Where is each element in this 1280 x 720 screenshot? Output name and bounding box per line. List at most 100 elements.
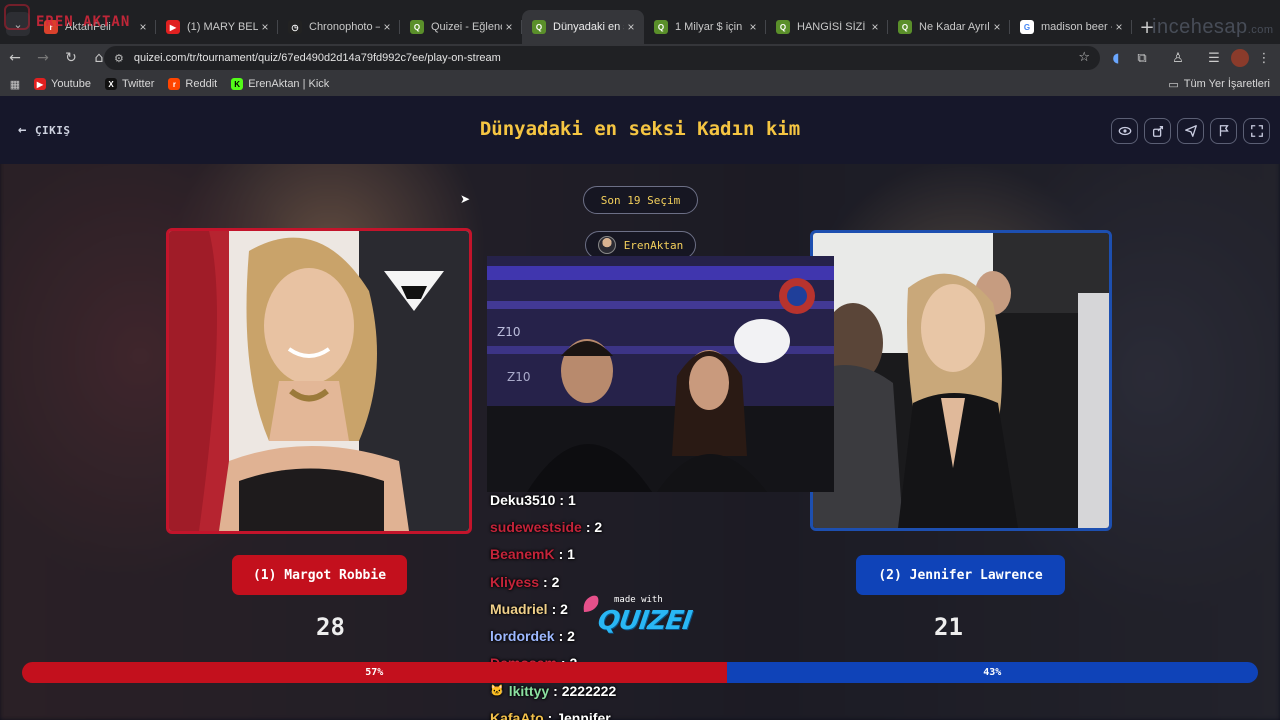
fullscreen-button[interactable]: [1243, 118, 1270, 144]
close-icon[interactable]: ×: [380, 20, 394, 34]
apps-grid-icon[interactable]: ▦: [2, 71, 28, 97]
folder-icon: ▭: [1168, 78, 1179, 91]
tab-favicon-icon: Q: [654, 20, 668, 34]
home-icon: ⌂: [94, 50, 104, 66]
streamer-name: ErenAktan: [623, 238, 684, 252]
send-button[interactable]: [1177, 118, 1204, 144]
tab-favicon-icon: ◷: [288, 20, 302, 34]
chat-username: Muadriel: [490, 600, 548, 617]
incognito-icon[interactable]: ♙: [1166, 46, 1190, 70]
tab-favicon-icon: ▶: [166, 20, 180, 34]
browser-tab[interactable]: ▶ (1) MARY BELL - You×: [156, 10, 278, 44]
close-icon[interactable]: ×: [136, 20, 150, 34]
chat-message: Deku3510: 1: [490, 486, 750, 513]
browser-tab[interactable]: Q Dünyadaki en seksi×: [522, 10, 644, 44]
close-icon[interactable]: ×: [990, 20, 1004, 34]
tab-title: Ne Kadar Ayrılma Sa: [919, 21, 990, 33]
close-icon[interactable]: ×: [1112, 20, 1126, 34]
close-icon[interactable]: ×: [868, 20, 882, 34]
browser-tab[interactable]: Q 1 Milyar $ için ne ya×: [644, 10, 766, 44]
bookmark-star-icon[interactable]: ☆: [1078, 50, 1090, 65]
quiz-header: ← ÇIKIŞ Dünyadaki en seksi Kadın kim: [0, 96, 1280, 164]
browser-toolbar: ← → ↻ ⌂ ⚙ quizei.com/tr/tournament/quiz/…: [0, 44, 1280, 72]
browser-tab[interactable]: Q Quizei - Eğlenceli ve×: [400, 10, 522, 44]
quiz-page: ← ÇIKIŞ Dünyadaki en seksi Kadın kim Son…: [0, 96, 1280, 720]
close-icon[interactable]: ×: [624, 20, 638, 34]
reading-list-icon[interactable]: ☰: [1202, 46, 1226, 70]
flag-icon: [1219, 125, 1229, 137]
browser-tab[interactable]: Q HANGİSİ SİZİ DAHA×: [766, 10, 888, 44]
tab-title: Quizei - Eğlenceli ve: [431, 21, 502, 33]
bookmark-favicon-icon: r: [168, 78, 181, 90]
close-icon[interactable]: ×: [258, 20, 272, 34]
tab-title: 1 Milyar $ için ne ya: [675, 21, 746, 33]
browser-tab[interactable]: Gmadison beer - Goo×: [1010, 10, 1132, 44]
chat-badge-icon: 🐱: [490, 685, 504, 698]
option-2-button[interactable]: (2) Jennifer Lawrence: [856, 555, 1065, 595]
back-button[interactable]: ←: [2, 45, 28, 71]
share-icon: [1152, 125, 1163, 137]
svg-text:Z10: Z10: [497, 325, 521, 339]
bookmark-favicon-icon: X: [104, 78, 117, 90]
address-bar[interactable]: ⚙ quizei.com/tr/tournament/quiz/67ed490d…: [104, 46, 1100, 70]
report-button[interactable]: [1210, 118, 1237, 144]
arrow-right-icon: →: [37, 50, 49, 66]
tab-favicon-icon: Q: [410, 20, 424, 34]
chat-username: lkittyy: [508, 682, 550, 699]
bookmarks-bar: ▦ ▶ Youtube X Twitter r Reddit K ErenAktan | Ki…: [0, 72, 1280, 96]
extensions-icon[interactable]: ⧉: [1130, 46, 1154, 70]
mouse-cursor-icon: ➤: [460, 192, 471, 206]
arrow-left-icon: ←: [9, 50, 21, 66]
share-button[interactable]: [1144, 118, 1171, 144]
watch-button[interactable]: [1111, 118, 1138, 144]
bookmark-favicon-icon: K: [231, 78, 244, 90]
chat-message: KafaAto: Jennifer: [490, 704, 750, 720]
chat-text: : 1: [559, 491, 576, 508]
chat-text: : Jennifer: [547, 710, 611, 720]
stream-logo-frame: [4, 4, 30, 30]
option-1-percent: 57%: [365, 667, 384, 678]
quizei-logo: QUIZEI: [595, 606, 694, 636]
tab-title: HANGİSİ SİZİ DAHA: [797, 21, 868, 33]
bookmark-favicon-icon: ▶: [34, 78, 46, 90]
option-1-image[interactable]: [166, 228, 472, 534]
menu-icon[interactable]: ⋮: [1252, 46, 1276, 70]
profile-avatar[interactable]: [1228, 46, 1252, 70]
bookmark-item[interactable]: ▶ Youtube: [34, 78, 91, 90]
forward-button[interactable]: →: [30, 45, 56, 71]
close-icon[interactable]: ×: [746, 20, 760, 34]
bookmark-item[interactable]: K ErenAktan | Kick: [231, 78, 329, 90]
tab-favicon-icon: Q: [532, 20, 546, 34]
option-1-progress: 57%: [22, 662, 727, 683]
media-control-icon[interactable]: ◖: [1104, 46, 1128, 70]
vote-progress-bar: 57% 43%: [22, 662, 1258, 683]
browser-tab[interactable]: ◷ Chronophoto – Gue×: [278, 10, 400, 44]
site-info-icon[interactable]: ⚙: [114, 52, 124, 65]
chat-message: sudewestside: 2: [490, 513, 750, 540]
tab-favicon-icon: Q: [776, 20, 790, 34]
all-bookmarks-button[interactable]: ▭ Tüm Yer İşaretleri: [1168, 78, 1270, 91]
option-2-percent: 43%: [983, 667, 1002, 678]
chat-text: : 2: [543, 573, 560, 590]
url-text[interactable]: quizei.com/tr/tournament/quiz/67ed490d2d…: [134, 52, 501, 64]
bookmark-label: Youtube: [51, 78, 91, 90]
sponsor-watermark: incehesap.com: [1152, 16, 1274, 38]
option-2-image[interactable]: [810, 230, 1112, 531]
option-1-button[interactable]: (1) Margot Robbie: [232, 555, 407, 595]
tab-title: madison beer - Goo: [1041, 21, 1112, 33]
bookmark-label: Twitter: [121, 78, 155, 90]
streamer-badge: ErenAktan: [585, 231, 696, 259]
bookmark-item[interactable]: r Reddit: [168, 78, 217, 90]
chat-username: KafaAto: [490, 710, 544, 720]
fullscreen-icon: [1250, 125, 1263, 137]
bookmark-item[interactable]: X Twitter: [104, 78, 155, 90]
close-icon[interactable]: ×: [502, 20, 516, 34]
browser-tab[interactable]: Q Ne Kadar Ayrılma Sa×: [888, 10, 1010, 44]
avatar: [1231, 49, 1249, 67]
chat-text: : 2: [551, 600, 568, 617]
tab-title: Dünyadaki en seksi: [553, 21, 624, 33]
bookmark-label: ErenAktan | Kick: [248, 78, 330, 90]
reload-button[interactable]: ↻: [58, 45, 84, 71]
made-with-label: made with: [614, 595, 663, 605]
chat-username: lordordek: [490, 628, 555, 645]
